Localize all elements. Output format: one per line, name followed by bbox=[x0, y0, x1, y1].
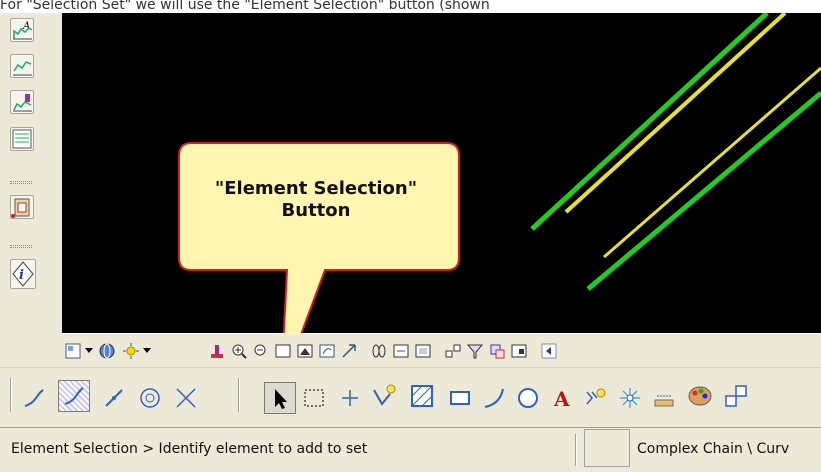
callout-line-1: "Element Selection" bbox=[214, 178, 418, 199]
filter-icon[interactable] bbox=[464, 340, 486, 362]
place-block-icon[interactable] bbox=[444, 382, 476, 414]
left-toolbar: A i bbox=[0, 13, 62, 333]
view-settings-icon[interactable] bbox=[62, 340, 84, 362]
view-attributes-icon[interactable] bbox=[96, 340, 118, 362]
select-fence-icon[interactable] bbox=[298, 382, 330, 414]
toolbar-separator bbox=[238, 378, 240, 412]
zoom-in-icon[interactable] bbox=[228, 340, 250, 362]
pan-view-icon[interactable] bbox=[338, 340, 360, 362]
view-previous-icon[interactable] bbox=[368, 340, 390, 362]
rotate-view-icon[interactable] bbox=[316, 340, 338, 362]
snap-center-icon[interactable] bbox=[134, 382, 166, 414]
toolbar-separator bbox=[10, 378, 12, 412]
green-line-1[interactable] bbox=[530, 13, 769, 231]
clipboard-icon[interactable] bbox=[10, 195, 34, 219]
caption-text: For "Selection Set" we will use the "Ele… bbox=[0, 0, 821, 13]
svg-text:A: A bbox=[553, 387, 570, 410]
copy-view-icon[interactable] bbox=[412, 340, 434, 362]
yellow-line-2[interactable] bbox=[603, 66, 821, 259]
cells-icon[interactable] bbox=[614, 382, 646, 414]
status-right-text: Complex Chain \ Curv bbox=[637, 441, 790, 457]
lighting-icon[interactable] bbox=[120, 340, 142, 362]
tags-icon[interactable] bbox=[580, 382, 612, 414]
chevron-down-icon[interactable] bbox=[142, 340, 152, 362]
smartline-icon[interactable] bbox=[368, 380, 400, 412]
element-selection-button[interactable] bbox=[264, 382, 296, 414]
tool-toolbar: A bbox=[0, 367, 821, 427]
hatch-area-icon[interactable] bbox=[406, 380, 438, 412]
callout-label: "Element Selection" Button bbox=[180, 178, 452, 222]
place-point-icon[interactable] bbox=[334, 382, 366, 414]
text-style-icon[interactable]: A bbox=[10, 18, 34, 42]
yellow-line-1[interactable] bbox=[564, 13, 787, 214]
green-line-2[interactable] bbox=[586, 91, 821, 291]
toolbar-grip[interactable] bbox=[10, 245, 32, 248]
color-palette-icon[interactable] bbox=[684, 380, 716, 412]
chart-green-icon[interactable] bbox=[10, 54, 34, 78]
place-circle-icon[interactable] bbox=[512, 382, 544, 414]
window-area-icon[interactable] bbox=[272, 340, 294, 362]
zoom-out-icon[interactable] bbox=[250, 340, 272, 362]
scroll-left-icon[interactable] bbox=[538, 340, 560, 362]
camera-icon[interactable] bbox=[508, 340, 530, 362]
measure-icon[interactable] bbox=[648, 382, 680, 414]
place-text-icon[interactable]: A bbox=[546, 382, 578, 414]
snap-keypoint-icon[interactable] bbox=[18, 382, 50, 414]
drawing-canvas[interactable] bbox=[62, 13, 821, 333]
snap-midpoint-icon[interactable] bbox=[98, 382, 130, 414]
info-icon[interactable]: i bbox=[10, 259, 36, 289]
chart-purple-icon[interactable] bbox=[10, 90, 34, 114]
update-view-icon[interactable] bbox=[206, 340, 228, 362]
callout-line-2: Button bbox=[281, 200, 351, 221]
svg-text:i: i bbox=[19, 268, 24, 283]
snap-intersection-icon[interactable] bbox=[170, 382, 202, 414]
fit-view-icon[interactable] bbox=[294, 340, 316, 362]
status-divider bbox=[575, 434, 577, 466]
callout-bubble bbox=[178, 142, 460, 333]
levels-icon[interactable] bbox=[442, 340, 464, 362]
view-next-icon[interactable] bbox=[390, 340, 412, 362]
report-icon[interactable] bbox=[10, 127, 34, 151]
status-bar: Element Selection > Identify element to … bbox=[0, 427, 821, 472]
chevron-down-icon[interactable] bbox=[84, 340, 94, 362]
reference-icon[interactable] bbox=[486, 340, 508, 362]
place-arc-icon[interactable] bbox=[478, 382, 510, 414]
status-indicator-box[interactable] bbox=[584, 429, 630, 467]
group-icon[interactable] bbox=[720, 380, 752, 412]
toolbar-grip[interactable] bbox=[10, 181, 32, 184]
status-prompt: Element Selection > Identify element to … bbox=[11, 441, 368, 457]
view-toolbar bbox=[62, 333, 821, 367]
canvas-drawing bbox=[178, 13, 821, 333]
snap-nearest-icon[interactable] bbox=[58, 380, 90, 412]
